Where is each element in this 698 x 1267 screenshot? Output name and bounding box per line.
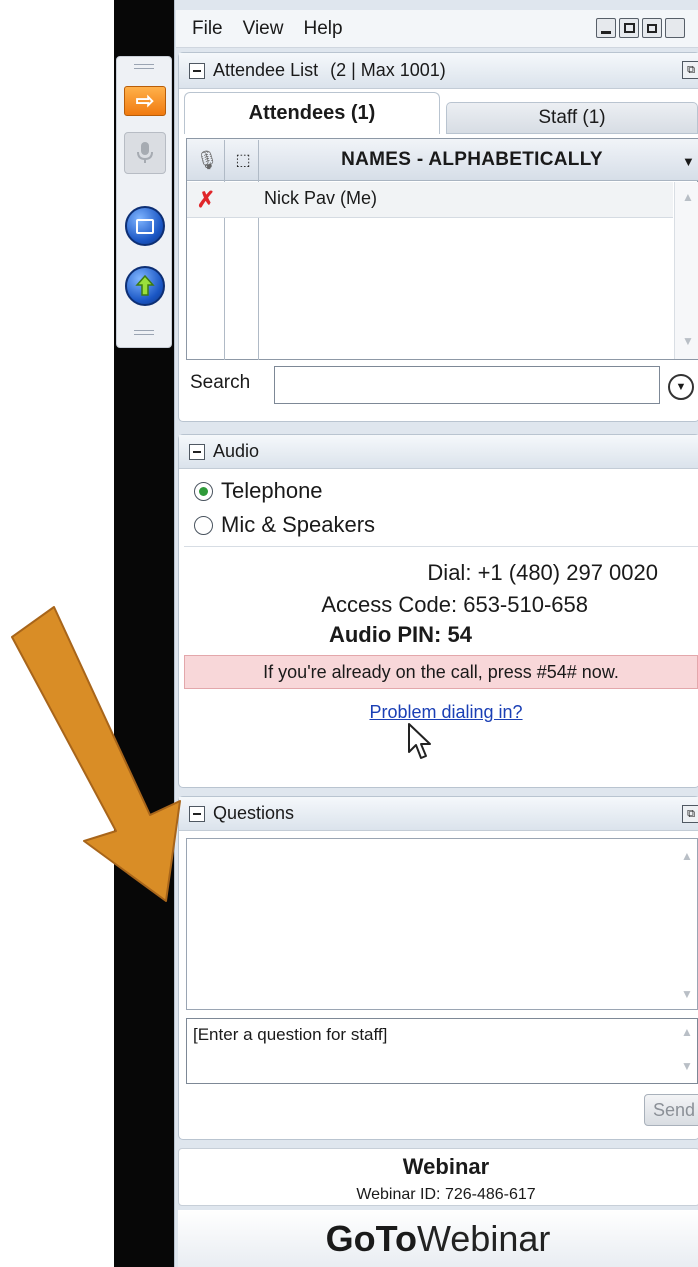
table-row[interactable] <box>187 182 673 218</box>
problem-dialing-link[interactable]: Problem dialing in? <box>178 702 698 723</box>
maximize-button[interactable] <box>619 18 639 38</box>
attendee-count: (2 | Max 1001) <box>330 60 446 80</box>
mouse-cursor-icon <box>408 723 431 759</box>
column-divider <box>224 140 225 360</box>
logo-bold-text: GoTo <box>325 1217 417 1259</box>
restore-icon <box>647 23 657 33</box>
scroll-down-icon[interactable]: ▼ <box>681 1059 693 1073</box>
scroll-up-icon[interactable]: ▲ <box>681 1025 693 1039</box>
access-code-value: 653-510-658 <box>463 592 588 617</box>
dial-info: Dial: +1 (480) 297 0020 <box>178 560 658 586</box>
show-hide-panel-button[interactable]: ⇨ <box>124 86 166 116</box>
already-on-call-notice: If you're already on the call, press #54… <box>184 655 698 689</box>
menu-view[interactable]: View <box>243 18 284 40</box>
attendee-list-header: Attendee List (2 | Max 1001) <box>179 53 698 89</box>
audio-title: Audio <box>213 441 260 461</box>
webinar-id: Webinar ID: 726-486-617 <box>356 1186 536 1203</box>
muted-mic-icon[interactable]: ✗ <box>192 186 220 214</box>
toolbar-grip[interactable] <box>134 64 154 69</box>
raise-hand-button[interactable] <box>125 266 165 306</box>
collapse-icon[interactable] <box>189 62 205 79</box>
telephone-option[interactable]: Telephone <box>194 478 323 504</box>
dial-number: +1 (480) 297 0020 <box>477 560 658 585</box>
mic-speakers-radio[interactable] <box>194 515 213 535</box>
menu-file[interactable]: File <box>192 18 223 40</box>
menu-help[interactable]: Help <box>303 18 342 40</box>
screen-icon <box>136 218 154 234</box>
maximize-icon <box>623 23 635 33</box>
popout-icon[interactable]: ⧉ <box>682 805 698 823</box>
audio-header: Audio <box>179 435 698 469</box>
divider <box>184 546 698 547</box>
scroll-up-icon[interactable]: ▲ <box>682 190 694 204</box>
questions-log <box>186 838 698 1010</box>
questions-header: Questions <box>179 797 698 831</box>
scroll-up-icon[interactable]: ▲ <box>681 849 693 863</box>
popout-icon[interactable]: ⧉ <box>682 61 698 79</box>
search-options-icon[interactable]: ▼ <box>668 374 694 400</box>
access-code-label: Access Code: <box>321 592 458 617</box>
restore-button[interactable] <box>642 18 662 38</box>
column-pointer-icon[interactable]: ⬚ <box>228 146 258 174</box>
send-button[interactable]: Send <box>644 1094 698 1126</box>
names-column-header[interactable]: NAMES - ALPHABETICALLY <box>262 146 682 174</box>
telephone-radio[interactable] <box>194 481 213 501</box>
questions-scrollbar[interactable]: ▲ ▼ <box>674 839 698 1009</box>
mic-button[interactable] <box>124 132 166 174</box>
microphone-icon <box>137 142 153 163</box>
telephone-label: Telephone <box>221 478 323 503</box>
tab-attendees[interactable]: Attendees (1) <box>184 92 440 134</box>
screen-viewer-button[interactable] <box>125 206 165 246</box>
search-label: Search <box>190 372 251 393</box>
minimize-button[interactable] <box>596 18 616 38</box>
collapse-icon[interactable] <box>189 805 205 822</box>
questions-title: Questions <box>213 803 295 823</box>
collapse-icon[interactable] <box>189 443 205 460</box>
attendee-name: Nick Pav (Me) <box>264 188 378 208</box>
minimize-icon <box>601 30 611 34</box>
audio-pin-label: Audio PIN: <box>328 622 442 647</box>
access-code-info: Access Code: 653-510-658 <box>178 592 588 618</box>
arrow-right-icon: ⇨ <box>135 88 155 113</box>
mic-speakers-label: Mic & Speakers <box>221 512 376 537</box>
toolbar-grip-bottom[interactable] <box>134 330 154 335</box>
close-icon <box>670 23 680 33</box>
audio-pin-value: 54 <box>447 622 472 647</box>
question-input-scrollbar[interactable]: ▲ ▼ <box>674 1019 698 1083</box>
scroll-down-icon[interactable]: ▼ <box>682 334 694 348</box>
column-audio-icon[interactable]: 🎙 <box>192 146 222 174</box>
scroll-down-icon[interactable]: ▼ <box>681 987 693 1001</box>
mic-speakers-option[interactable]: Mic & Speakers <box>194 512 375 538</box>
webinar-title: Webinar <box>402 1154 490 1179</box>
dial-label: Dial: <box>427 560 472 585</box>
sort-dropdown-icon[interactable]: ▼ <box>682 154 695 169</box>
close-button[interactable] <box>665 18 685 38</box>
annotation-arrow-icon <box>11 606 181 902</box>
search-input[interactable] <box>274 366 660 404</box>
column-divider <box>258 140 259 360</box>
question-input[interactable]: [Enter a question for staff] <box>186 1018 698 1084</box>
raise-hand-icon <box>135 274 155 296</box>
tab-staff[interactable]: Staff (1) <box>446 102 698 134</box>
window-controls <box>596 18 685 38</box>
gotowebinar-logo: GoTo Webinar <box>178 1210 698 1267</box>
attendee-list-title: Attendee List <box>213 60 319 80</box>
audio-pin-info: Audio PIN: 54 <box>178 622 472 648</box>
logo-rest-text: Webinar <box>416 1217 551 1259</box>
attendee-scrollbar[interactable]: ▲ ▼ <box>674 182 698 359</box>
